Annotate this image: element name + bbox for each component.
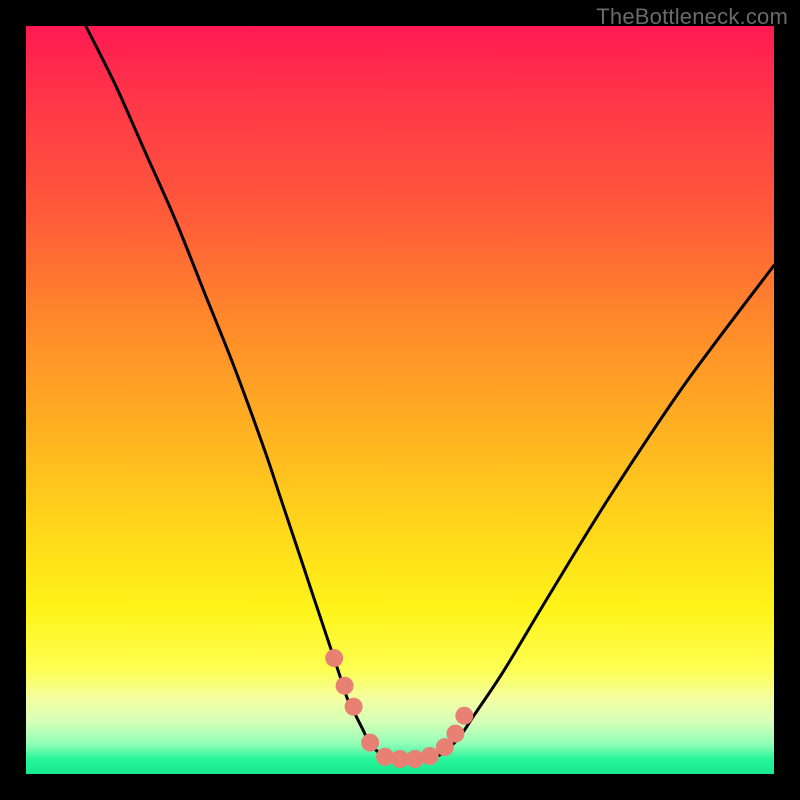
highlight-dot (455, 707, 473, 725)
highlight-dot (325, 649, 343, 667)
highlight-dot (406, 750, 424, 768)
curve-highlight-markers (325, 649, 473, 768)
highlight-dot (361, 734, 379, 752)
highlight-dot (421, 747, 439, 765)
watermark-text: TheBottleneck.com (596, 4, 788, 30)
bottleneck-curve (86, 26, 774, 760)
highlight-dot (446, 725, 464, 743)
highlight-dot (345, 698, 363, 716)
curve-layer (26, 26, 774, 774)
gradient-plot-area (26, 26, 774, 774)
highlight-dot (336, 677, 354, 695)
chart-frame: TheBottleneck.com (0, 0, 800, 800)
